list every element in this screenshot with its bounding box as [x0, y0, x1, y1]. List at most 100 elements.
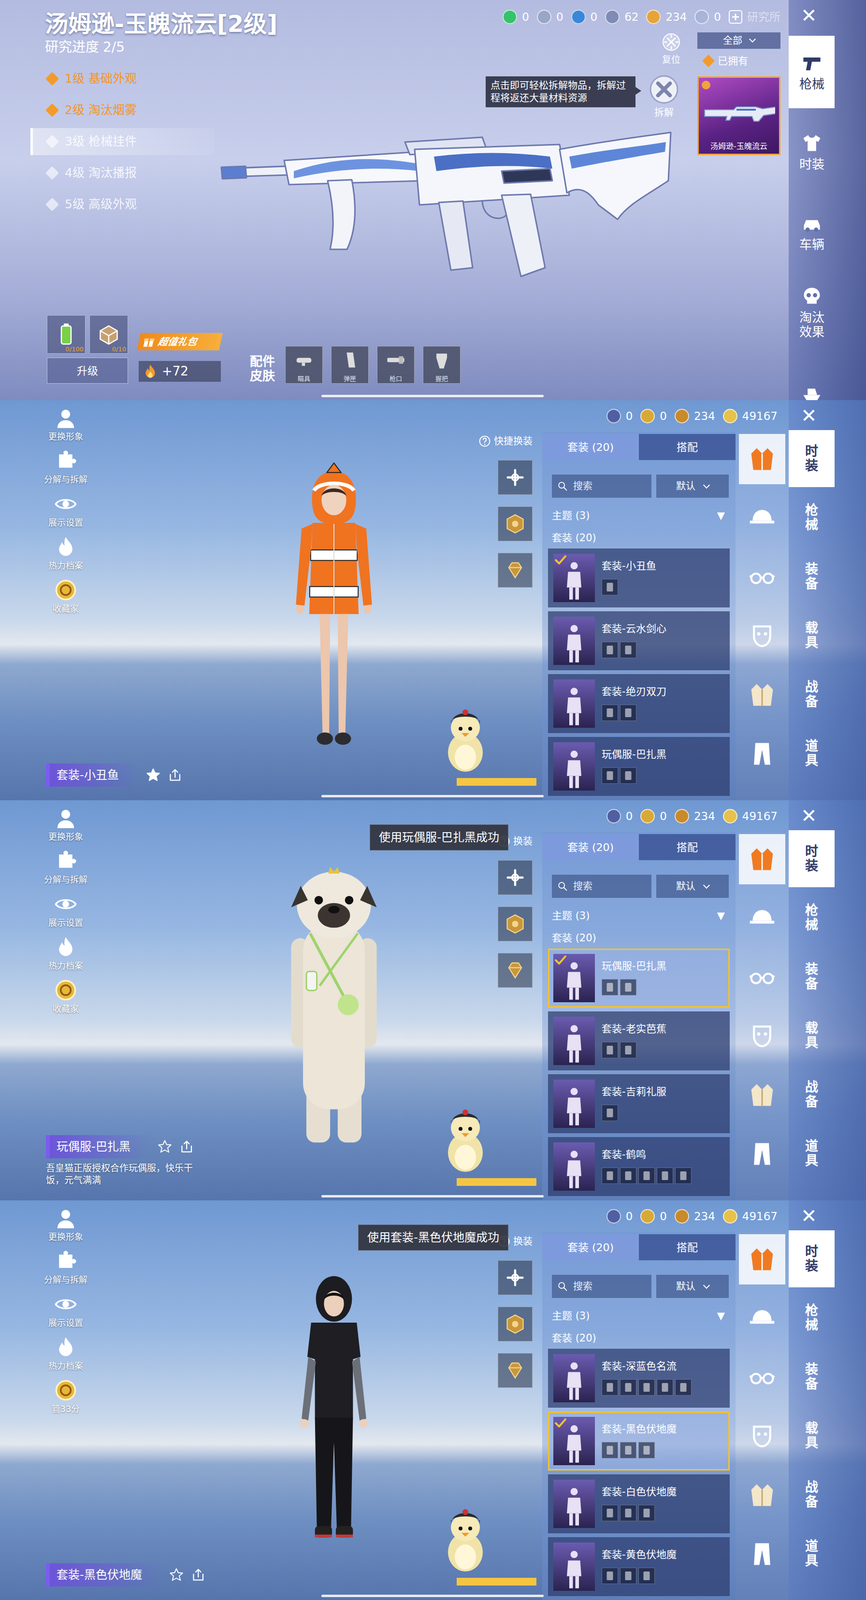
quick-slot[interactable]	[497, 1306, 533, 1342]
research-level[interactable]: 1级 基础外观	[30, 65, 215, 93]
outfit-item[interactable]: 套装-绝刃双刀	[548, 674, 730, 734]
nav-item[interactable]: 枪械	[788, 889, 835, 947]
save-button[interactable]	[456, 1577, 537, 1586]
category-tile[interactable]	[738, 1352, 786, 1403]
lab-link[interactable]: 研究所	[747, 8, 781, 26]
stage-action[interactable]: 展示设置	[42, 492, 89, 530]
category-tile[interactable]	[738, 1128, 786, 1180]
material-slot[interactable]: 0/100	[46, 315, 86, 354]
quick-slot[interactable]	[497, 906, 533, 942]
attachment-slot[interactable]: 弹匣	[331, 346, 369, 384]
outfit-item[interactable]: 套装-鹤鸣	[548, 1137, 730, 1197]
outfit-item[interactable]: 套装-小丑鱼	[548, 548, 730, 608]
outfit-item[interactable]: 套装-老实芭蕉	[548, 1011, 730, 1071]
nav-item[interactable]: 车辆	[788, 196, 835, 269]
outfit-item[interactable]: 套装-黄色伏地魔	[548, 1537, 730, 1597]
share-icon[interactable]	[191, 1567, 206, 1583]
nav-item[interactable]: 载具	[788, 1407, 835, 1465]
quick-slot[interactable]	[497, 1260, 533, 1296]
stage-action[interactable]: 分解与拆解	[42, 850, 89, 887]
quick-slot[interactable]	[497, 552, 533, 588]
category-tile[interactable]	[738, 1411, 786, 1462]
nav-item[interactable]: 枪械	[788, 1289, 835, 1347]
nav-item[interactable]: 道具	[788, 1525, 835, 1583]
filter-dropdown[interactable]: 全部	[697, 32, 781, 49]
stage-action[interactable]: 展示设置	[42, 1293, 89, 1330]
nav-item[interactable]: 时装	[788, 115, 835, 189]
tab[interactable]: 搭配	[638, 433, 736, 461]
close-button[interactable]: ✕	[788, 1200, 866, 1229]
outfit-item[interactable]: 套装-黑色伏地魔	[548, 1411, 730, 1471]
stage-action[interactable]: 管33分	[42, 1379, 89, 1416]
theme-row[interactable]: 主题 (3)▼	[542, 897, 736, 924]
category-tile[interactable]	[738, 1529, 786, 1580]
save-button[interactable]	[456, 778, 537, 786]
stage-action[interactable]: 更换形象	[42, 406, 89, 444]
close-button[interactable]: ✕	[788, 400, 866, 429]
research-level[interactable]: 3级 枪械挂件	[30, 128, 215, 156]
quick-slot[interactable]	[497, 860, 533, 895]
category-tile[interactable]	[738, 610, 786, 662]
attachment-slot[interactable]: 瞄具	[285, 346, 323, 384]
nav-item[interactable]: 装备	[788, 548, 835, 606]
nav-item[interactable]: 战备	[788, 1066, 835, 1124]
nav-item[interactable]: 道具	[788, 1125, 835, 1183]
nav-item[interactable]: 战备	[788, 665, 835, 723]
stage-action[interactable]: 分解与拆解	[42, 1250, 89, 1287]
material-slot[interactable]: 0/10	[89, 315, 129, 354]
tab[interactable]: 搭配	[638, 834, 736, 861]
tab[interactable]: 套装 (20)	[542, 433, 639, 461]
category-tile[interactable]	[738, 1234, 786, 1285]
category-tile[interactable]	[738, 952, 786, 1003]
attachment-slot[interactable]: 枪口	[376, 346, 415, 384]
theme-row[interactable]: 主题 (3)▼	[542, 1298, 736, 1325]
nav-item[interactable]: 枪械	[788, 489, 835, 547]
category-tile[interactable]	[738, 893, 786, 944]
weapon-item-card[interactable]: 汤姆逊-玉魄流云	[697, 76, 781, 156]
outfit-item[interactable]: 玩偶服-巴扎黑	[548, 948, 730, 1008]
quick-slot[interactable]	[497, 1353, 533, 1388]
quick-slot[interactable]	[497, 506, 533, 542]
close-button[interactable]: ✕	[788, 800, 866, 829]
tab[interactable]: 套装 (20)	[542, 834, 639, 861]
theme-row[interactable]: 主题 (3)▼	[542, 497, 736, 524]
nav-item[interactable]: 战备	[788, 1466, 835, 1524]
save-button[interactable]	[456, 1178, 537, 1186]
quick-slot[interactable]	[497, 460, 533, 495]
boat-nav-item[interactable]	[788, 356, 835, 401]
favorite-star-icon[interactable]	[169, 1567, 184, 1583]
nav-item[interactable]: 时装	[788, 1230, 835, 1288]
category-tile[interactable]	[738, 669, 786, 721]
research-level[interactable]: 5级 高级外观	[30, 190, 215, 218]
favorite-star-icon[interactable]	[157, 1139, 173, 1155]
add-icon[interactable]	[728, 10, 743, 24]
stage-action[interactable]: 更换形象	[42, 807, 89, 844]
search-input[interactable]	[572, 1278, 647, 1295]
stage-action[interactable]: 热力档案	[42, 535, 89, 573]
dismantle-button[interactable]: 拆解	[649, 74, 679, 120]
stage-action[interactable]: 更换形象	[42, 1207, 89, 1244]
stage-action[interactable]: 热力档案	[42, 936, 89, 973]
category-tile[interactable]	[738, 492, 786, 544]
reset-button[interactable]: 复位	[661, 32, 681, 67]
nav-item[interactable]: 道具	[788, 724, 835, 782]
nav-item[interactable]: 枪械	[788, 35, 835, 109]
category-tile[interactable]	[738, 728, 786, 780]
tab[interactable]: 套装 (20)	[542, 1234, 639, 1261]
category-tile[interactable]	[738, 1470, 786, 1521]
outfit-item[interactable]: 套装-云水剑心	[548, 611, 730, 671]
sort-dropdown[interactable]: 默认	[656, 874, 729, 898]
outfit-item[interactable]: 套装-白色伏地魔	[548, 1474, 730, 1534]
nav-item[interactable]: 装备	[788, 1348, 835, 1406]
sort-dropdown[interactable]: 默认	[656, 474, 729, 498]
search-input[interactable]	[572, 478, 647, 494]
gift-pack-badge[interactable]: 超值礼包	[136, 332, 223, 351]
stage-action[interactable]: 收藏家	[42, 979, 89, 1016]
attachment-slot[interactable]: 握把	[422, 346, 461, 384]
category-tile[interactable]	[738, 834, 786, 885]
nav-item[interactable]: 时装	[788, 830, 835, 888]
category-tile[interactable]	[738, 1293, 786, 1344]
nav-item[interactable]: 淘汰效果	[788, 276, 835, 349]
stage-action[interactable]: 展示设置	[42, 893, 89, 930]
share-icon[interactable]	[168, 767, 183, 783]
